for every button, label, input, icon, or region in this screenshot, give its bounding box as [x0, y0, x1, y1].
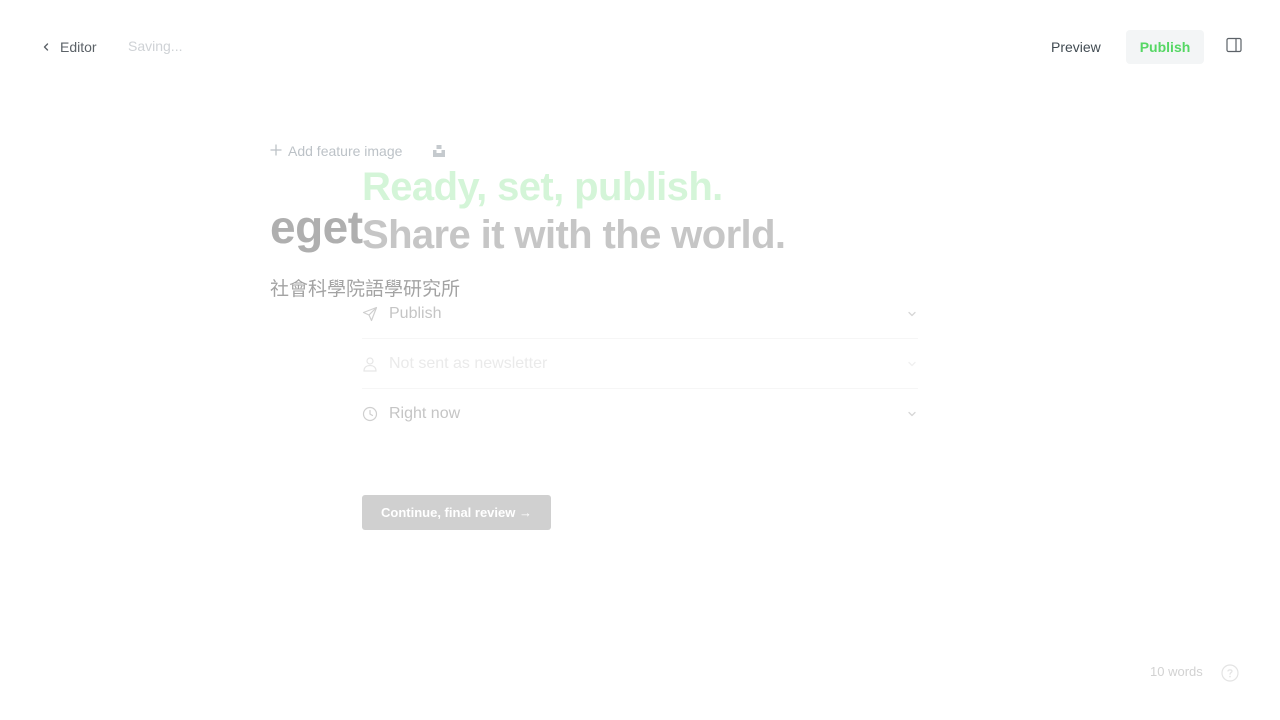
clock-icon — [362, 406, 378, 422]
publish-type-option[interactable]: Publish — [362, 289, 918, 339]
user-icon — [362, 356, 378, 372]
word-count: 10 words — [1150, 664, 1203, 679]
heading-line-2: Share it with the world. — [362, 213, 786, 257]
chevron-down-icon — [906, 407, 918, 425]
publish-flow-overlay: Ready, set, publish. Share it with the w… — [0, 0, 1280, 720]
send-icon — [362, 306, 378, 322]
publish-time-option[interactable]: Right now — [362, 389, 918, 439]
publish-time-label: Right now — [389, 405, 461, 422]
publish-type-label: Publish — [389, 304, 442, 322]
help-icon[interactable] — [1221, 664, 1239, 682]
email-newsletter-option[interactable]: Not sent as newsletter — [362, 339, 918, 389]
continue-final-review-button[interactable]: Continue, final review → — [362, 495, 551, 530]
chevron-down-icon — [906, 357, 918, 375]
chevron-down-icon — [906, 307, 918, 325]
publish-flow: Ready, set, publish. Share it with the w… — [362, 163, 918, 530]
email-newsletter-label: Not sent as newsletter — [389, 354, 548, 372]
heading-line-1: Ready, set, publish. — [362, 165, 723, 209]
publish-flow-heading: Ready, set, publish. Share it with the w… — [362, 163, 918, 259]
publish-options: Publish Not sent as newsletter Right now — [362, 289, 918, 439]
